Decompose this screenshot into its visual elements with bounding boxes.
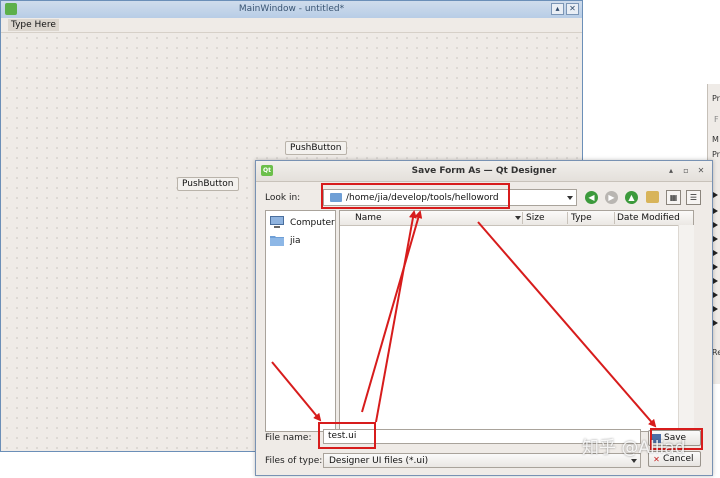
- expand-arrow-icon[interactable]: [713, 192, 718, 198]
- panel-letter: F: [714, 115, 719, 124]
- dialog-titlebar[interactable]: Qt Save Form As — Qt Designer ▴ ▫ ✕: [256, 161, 712, 182]
- file-name-label: File name:: [265, 433, 312, 443]
- expand-arrow-icon[interactable]: [713, 306, 718, 312]
- panel-letter: Pr: [712, 94, 720, 103]
- maximize-icon[interactable]: ▫: [681, 166, 691, 176]
- column-header-name[interactable]: Name: [355, 213, 382, 223]
- annotation-box-path: [321, 183, 510, 209]
- sidebar-item-jia[interactable]: jia: [269, 233, 335, 249]
- files-of-type-value: Designer UI files (*.ui): [329, 456, 429, 466]
- chevron-down-icon: [631, 459, 637, 463]
- expand-arrow-icon[interactable]: [713, 250, 718, 256]
- new-folder-icon[interactable]: [646, 191, 659, 203]
- expand-arrow-icon[interactable]: [713, 222, 718, 228]
- annotation-box-filename: [318, 422, 376, 449]
- folder-icon: [269, 233, 285, 247]
- sidebar-item-label: jia: [290, 236, 301, 246]
- minimize-icon[interactable]: ▴: [551, 3, 564, 15]
- look-in-label: Look in:: [265, 193, 301, 203]
- menu-bar: Type Here: [1, 18, 582, 33]
- sidebar-item-label: Computer: [290, 218, 335, 228]
- computer-icon: [269, 215, 285, 229]
- column-divider[interactable]: [567, 212, 568, 224]
- menu-type-here[interactable]: Type Here: [8, 19, 59, 31]
- chevron-down-icon: [567, 196, 573, 200]
- files-of-type-label: Files of type:: [265, 456, 323, 466]
- close-icon[interactable]: ✕: [566, 3, 579, 15]
- watermark-text: 知乎 @Alliad: [582, 438, 686, 458]
- close-icon[interactable]: ✕: [696, 166, 706, 176]
- file-list[interactable]: Name Size Type Date Modified: [339, 210, 694, 432]
- column-header-size[interactable]: Size: [526, 213, 544, 223]
- expand-arrow-icon[interactable]: [713, 320, 718, 326]
- expand-arrow-icon[interactable]: [713, 278, 718, 284]
- panel-letter: Re: [712, 348, 720, 357]
- expand-arrow-icon[interactable]: [713, 236, 718, 242]
- back-icon[interactable]: ◀: [585, 191, 598, 204]
- push-button-2[interactable]: PushButton: [177, 177, 239, 191]
- file-list-scrollbar[interactable]: [678, 225, 694, 431]
- sidebar-item-computer[interactable]: Computer: [269, 215, 335, 231]
- expand-arrow-icon[interactable]: [713, 208, 718, 214]
- main-window-title: MainWindow - untitled*: [238, 4, 345, 14]
- expand-arrow-icon[interactable]: [713, 292, 718, 298]
- panel-letter: Pr: [712, 150, 720, 159]
- main-titlebar[interactable]: MainWindow - untitled* ▴ ✕: [1, 1, 582, 19]
- panel-letter: M: [712, 135, 719, 144]
- sort-arrow-icon: [515, 216, 521, 220]
- push-button-1[interactable]: PushButton: [285, 141, 347, 155]
- up-icon[interactable]: ▲: [625, 191, 638, 204]
- dialog-title: Save Form As — Qt Designer: [411, 166, 557, 176]
- places-sidebar: Computer jia: [265, 210, 336, 432]
- file-list-header: Name Size Type Date Modified: [340, 211, 693, 226]
- forward-icon[interactable]: ▶: [605, 191, 618, 204]
- minimize-icon[interactable]: ▴: [666, 166, 676, 176]
- column-divider[interactable]: [522, 212, 523, 224]
- list-view-icon[interactable]: ▦: [666, 190, 681, 205]
- expand-arrow-icon[interactable]: [713, 264, 718, 270]
- column-header-type[interactable]: Type: [571, 213, 592, 223]
- column-divider[interactable]: [614, 212, 615, 224]
- column-header-date-modified[interactable]: Date Modified: [617, 213, 680, 223]
- detail-view-icon[interactable]: ☰: [686, 190, 701, 205]
